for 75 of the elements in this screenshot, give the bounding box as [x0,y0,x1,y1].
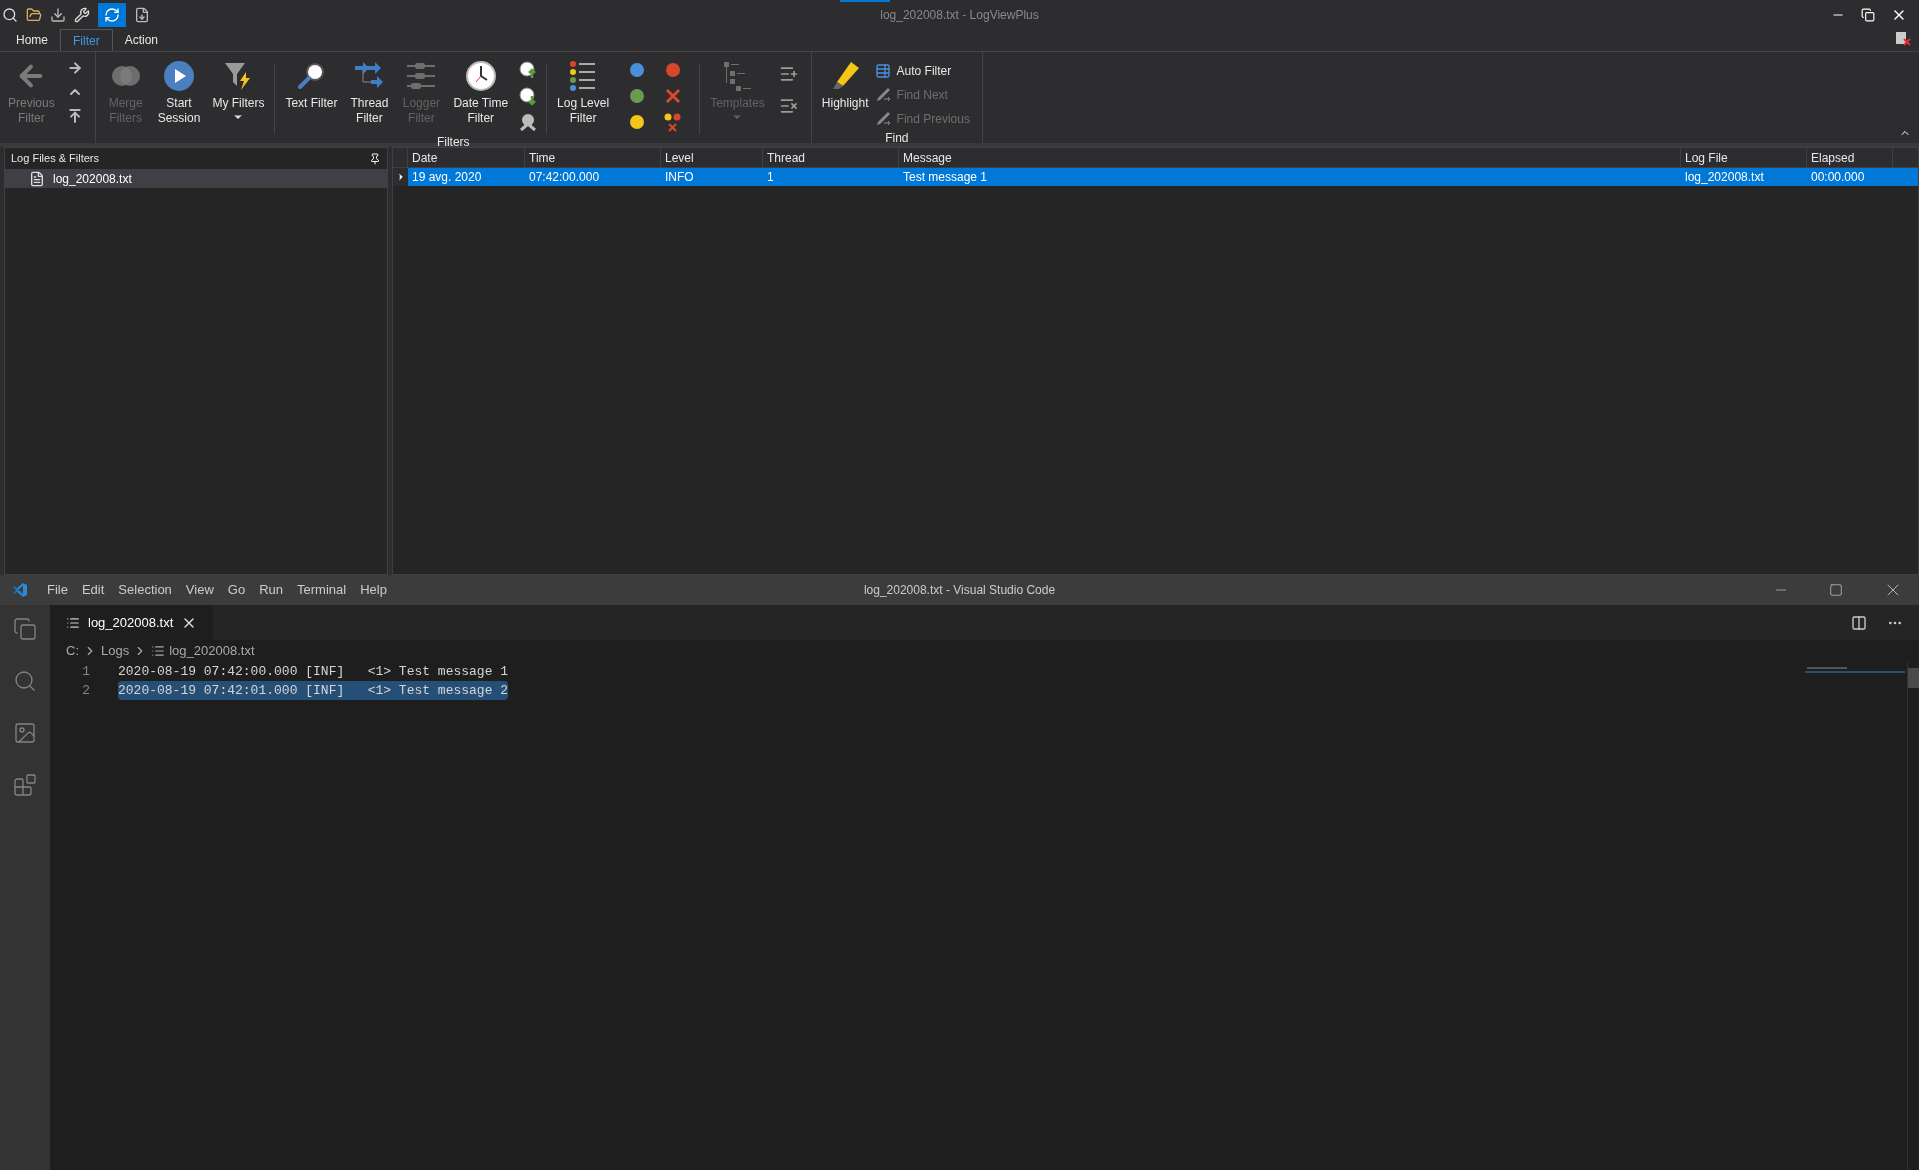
menu-item[interactable]: Run [252,580,290,600]
document-close-icon[interactable] [1895,30,1911,46]
column-header[interactable]: Thread [763,148,899,167]
ribbon-small-button[interactable]: Auto Filter [874,60,970,82]
menu-item[interactable]: View [178,580,221,600]
ribbon-button[interactable]: My Filters [206,56,271,123]
ribbon-button[interactable]: Thread Filter [343,56,396,126]
clock-icon [464,60,497,92]
editor-tab[interactable]: log_202008.txt [50,605,214,640]
table-cell-text: 19 avg. 2020 [411,169,483,186]
column-header[interactable]: Level [661,148,763,167]
menu-item[interactable]: Edit [74,580,112,600]
lines-icon [405,60,438,92]
window-title: log_202008.txt - Visual Studio Code [863,582,1056,599]
column-header[interactable]: Time [525,148,661,167]
list-remove-icon[interactable] [778,96,799,116]
table-cell-text: 1 [766,169,775,186]
column-header[interactable]: Log File [1681,148,1807,167]
image-icon[interactable] [13,721,37,745]
ribbon-button[interactable]: Date Time Filter [447,56,515,126]
split-editor-icon[interactable] [1851,614,1867,631]
window-title: log_202008.txt - LogViewPlus [880,7,1039,24]
list-plus-icon[interactable] [778,64,799,84]
breadcrumb[interactable]: log_202008.txt [169,641,255,661]
breadcrumb[interactable]: C: [66,641,79,661]
table-cell-text: 07:42:00.000 [528,169,601,186]
table-cell-text: log_202008.txt [1684,169,1765,186]
ribbon-button[interactable]: Highlight [815,56,875,111]
panel-title: Log Files & Filters [11,151,100,167]
folder-icon[interactable] [26,7,42,23]
extensions-icon[interactable] [13,773,37,797]
scrollbar-thumb[interactable] [1908,668,1919,688]
ribbon-tab[interactable]: Filter [60,29,113,51]
breadcrumb[interactable]: Logs [101,641,130,661]
text-file-icon [151,644,166,658]
table-row[interactable]: 19 avg. 2020 07:42:00.000 INFO 1 Test message 1 log_202008.txt 00:00.000 [393,168,1918,186]
menu-item[interactable]: File [40,580,75,600]
menu-item[interactable]: Go [220,580,253,600]
ribbon-tab[interactable]: Action [112,29,171,51]
play-icon [163,60,196,92]
files-icon[interactable] [13,617,37,641]
ribbon-button[interactable]: Log Level Filter [551,56,616,126]
group-label: Filters [435,134,471,150]
table-cell-text: INFO [664,169,695,186]
menu-item[interactable]: Help [353,580,394,600]
table-cell-text: Test message 1 [902,169,989,186]
ribbon-tab[interactable]: Home [4,29,60,51]
document-download-icon[interactable] [134,7,150,23]
refresh-document-icon[interactable] [98,3,126,27]
text-file-icon [66,615,80,630]
ribbon-button[interactable]: Start Session [151,56,207,126]
log-tree-node[interactable]: log_202008.txt [5,170,387,188]
ribbon-button[interactable]: Text Filter [279,56,344,111]
restore-icon[interactable] [1861,8,1875,22]
document-icon [29,171,45,187]
code-line: 2020-08-19 07:42:00.000 [INF] <1> Test message 1 [118,662,509,681]
menu-item[interactable]: Terminal [290,580,354,600]
menu-item[interactable]: Selection [111,580,179,600]
column-header[interactable]: Elapsed [1807,148,1893,167]
pin-icon[interactable] [369,152,381,165]
wrench-icon[interactable] [74,7,90,23]
group-label: Find [884,130,910,146]
pen-arrow-icon [874,87,891,103]
top-arrow-icon[interactable] [66,108,83,124]
pen-arrow-icon [874,111,891,127]
column-header[interactable]: Date [408,148,525,167]
maximize-icon[interactable] [1829,583,1843,597]
tree-icon [721,60,754,92]
download-icon[interactable] [50,7,66,23]
app-logo-icon [12,582,28,598]
search-icon[interactable] [2,7,18,23]
line-number: 1 [81,662,90,681]
table-cell-text: 00:00.000 [1810,169,1866,186]
column-header[interactable]: Message [899,148,1681,167]
line-number: 2 [81,681,90,700]
